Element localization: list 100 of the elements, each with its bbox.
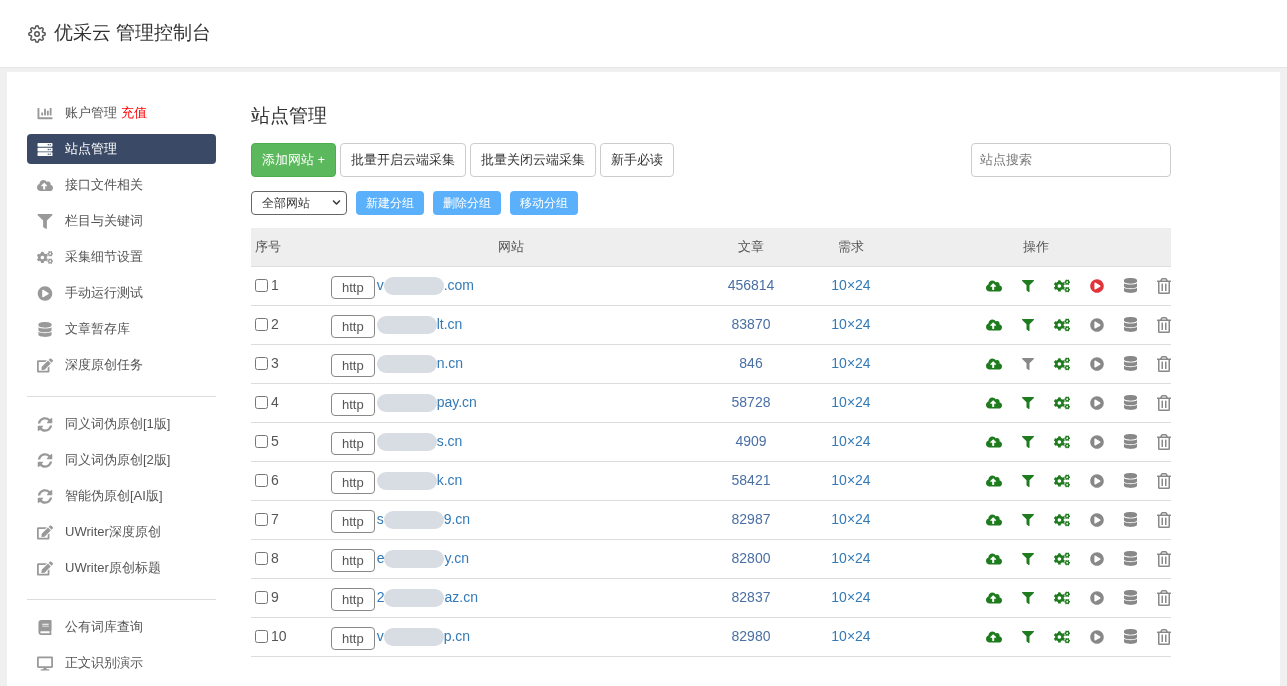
trash-icon[interactable] [1157,628,1171,645]
cloud-upload-icon[interactable] [986,472,1002,489]
database-icon[interactable] [1124,629,1137,644]
gears-icon[interactable] [1054,277,1070,294]
play-icon[interactable] [1090,590,1104,605]
sidebar-item[interactable]: UWriter原创标题 [27,553,216,583]
cloud-upload-icon[interactable] [986,316,1002,333]
play-icon[interactable] [1090,356,1104,371]
sidebar-item[interactable]: 正文识别演示 [27,648,216,678]
trash-icon[interactable] [1157,511,1171,528]
row-checkbox[interactable] [255,552,268,565]
database-icon[interactable] [1124,512,1137,527]
filter-icon[interactable] [1022,435,1034,448]
trash-icon[interactable] [1157,550,1171,567]
cloud-upload-icon[interactable] [986,433,1002,450]
scheme-tag: http [331,627,375,650]
sidebar-item[interactable]: 公有词库查询 [27,612,216,642]
row-checkbox[interactable] [255,591,268,604]
play-icon[interactable] [1090,278,1104,293]
gears-icon[interactable] [1054,433,1070,450]
gears-icon[interactable] [1054,472,1070,489]
cloud-upload-icon[interactable] [986,511,1002,528]
cloud-upload-icon[interactable] [986,628,1002,645]
filter-icon[interactable] [1022,630,1034,643]
play-icon[interactable] [1090,473,1104,488]
trash-icon[interactable] [1157,355,1171,372]
play-icon[interactable] [1090,395,1104,410]
database-icon[interactable] [1124,434,1137,449]
database-icon[interactable] [1124,551,1137,566]
column-header: 需求 [837,237,865,256]
site-search-field[interactable]: 站点搜索 [971,142,1171,177]
gears-icon[interactable] [1054,550,1070,567]
database-icon[interactable] [1124,317,1137,332]
gears-icon[interactable] [1054,394,1070,411]
sidebar-label: 手动运行测试 [65,284,143,303]
demand-cell-text: 10×24 [830,393,872,412]
database-icon[interactable] [1124,590,1137,605]
database-icon[interactable] [1124,473,1137,488]
row-number: 3 [271,354,279,373]
trash-icon[interactable] [1157,472,1171,489]
filter-icon[interactable] [1022,357,1034,370]
row-checkbox[interactable] [255,630,268,643]
play-icon[interactable] [1090,551,1104,566]
toolbar-button[interactable]: 批量开启云端采集 [340,142,467,177]
gears-icon[interactable] [1054,589,1070,606]
sidebar-item[interactable]: 文章暂存库 [27,314,216,344]
filter-icon[interactable] [1022,591,1034,604]
row-checkbox[interactable] [255,396,268,409]
database-icon[interactable] [1124,356,1137,371]
play-icon[interactable] [1090,629,1104,644]
gears-icon[interactable] [1054,316,1070,333]
row-checkbox[interactable] [255,357,268,370]
row-checkbox[interactable] [255,318,268,331]
sidebar-item[interactable]: 账户管理 充值 [27,98,216,128]
row-checkbox[interactable] [255,279,268,292]
gears-icon[interactable] [1054,355,1070,372]
trash-icon[interactable] [1157,316,1171,333]
sidebar-item[interactable]: UWriter深度原创 [27,517,216,547]
trash-icon[interactable] [1157,394,1171,411]
sidebar-item[interactable]: 智能伪原创[AI版] [27,481,216,511]
trash-icon[interactable] [1157,433,1171,450]
row-checkbox[interactable] [255,435,268,448]
database-icon[interactable] [1124,395,1137,410]
play-icon[interactable] [1090,317,1104,332]
recharge-link[interactable]: 充值 [121,103,147,123]
toolbar-button[interactable]: 批量关闭云端采集 [470,142,597,177]
sidebar-item[interactable]: 同义词伪原创[2版] [27,445,216,475]
filter-icon[interactable] [1022,474,1034,487]
sidebar-item[interactable]: 手动运行测试 [27,278,216,308]
sidebar-item[interactable]: 深度原创任务 [27,350,216,380]
trash-icon[interactable] [1157,589,1171,606]
cloud-upload-icon[interactable] [986,277,1002,294]
site-select[interactable]: 全部网站 [251,190,347,215]
database-icon[interactable] [1124,278,1137,293]
gears-icon[interactable] [1054,628,1070,645]
filter-icon[interactable] [1022,552,1034,565]
gears-icon[interactable] [1054,511,1070,528]
cloud-upload-icon[interactable] [986,394,1002,411]
sidebar-item[interactable]: 接口文件相关 [27,170,216,200]
row-checkbox[interactable] [255,513,268,526]
filter-icon[interactable] [1022,318,1034,331]
cloud-upload-icon[interactable] [986,550,1002,567]
cloud-upload-icon[interactable] [986,589,1002,606]
play-icon[interactable] [1090,434,1104,449]
sidebar-item[interactable]: 采集细节设置 [27,242,216,272]
row-number: 2 [271,315,279,334]
filter-icon[interactable] [1022,279,1034,292]
sidebar-item[interactable]: 站点管理 [27,134,216,164]
sidebar-item[interactable]: 同义词伪原创[1版] [27,409,216,439]
filter-icon[interactable] [1022,396,1034,409]
article-count: 82980 [730,627,772,646]
row-checkbox[interactable] [255,474,268,487]
cloud-upload-icon[interactable] [986,355,1002,372]
play-icon[interactable] [1090,512,1104,527]
sidebar-item[interactable]: 栏目与关键词 [27,206,216,236]
book-icon [37,619,53,635]
toolbar-button[interactable]: 新手必读 [600,142,675,177]
filter-icon[interactable] [1022,513,1034,526]
row-number: 5 [271,432,279,451]
trash-icon[interactable] [1157,277,1171,294]
